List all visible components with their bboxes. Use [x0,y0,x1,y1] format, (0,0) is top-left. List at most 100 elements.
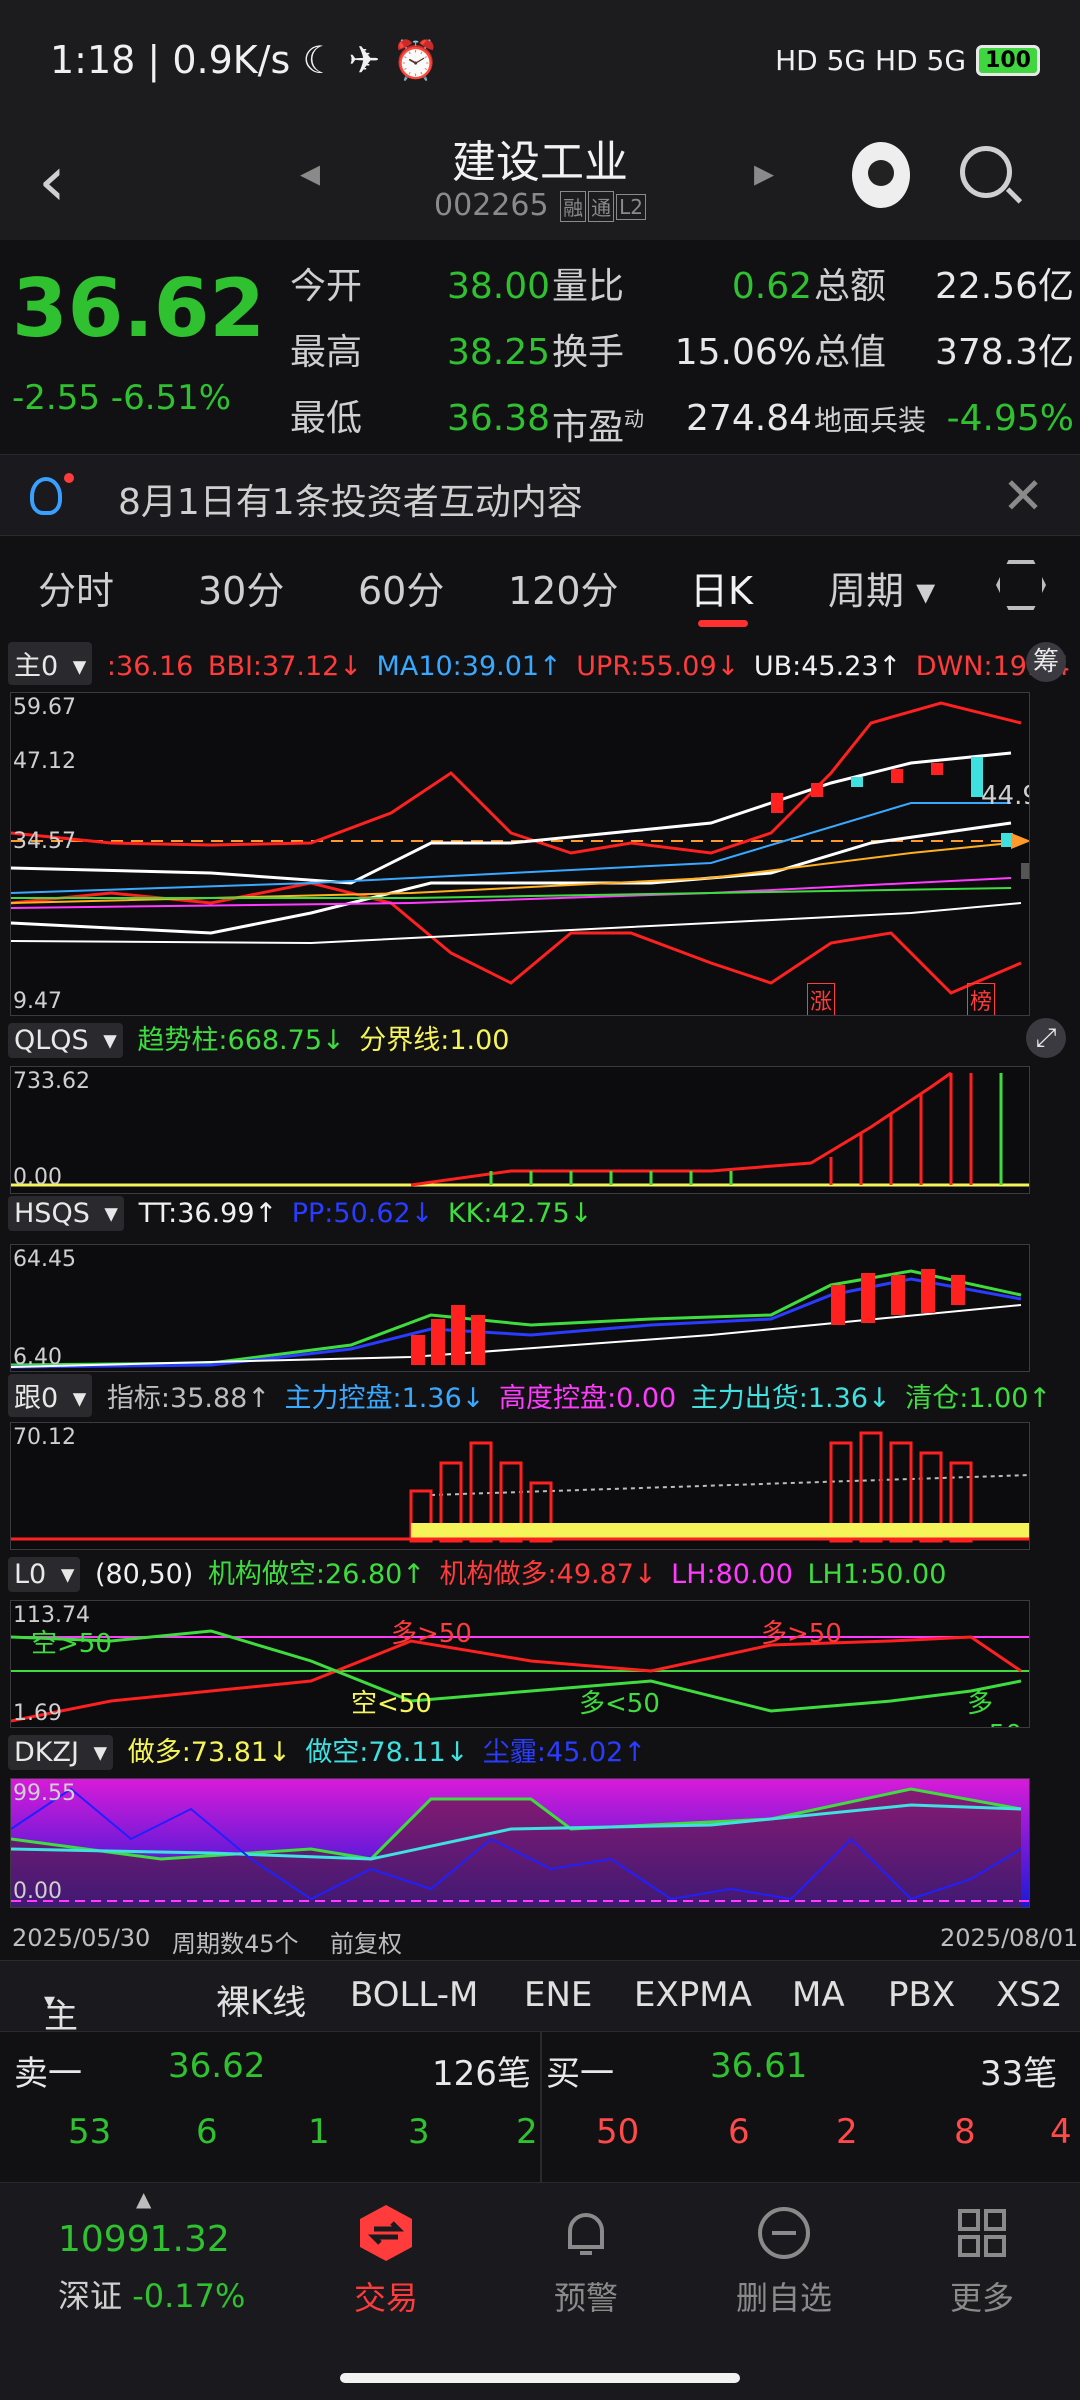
main-kline-chart[interactable]: 59.67 47.12 34.57 9.47 44.90 涨 榜 [10,692,1030,1016]
l0-label-1: 多>50 [391,1619,472,1649]
hsqs-indicator-row: HSQS ▾ TT:36.99↑ PP:50.62↓ KK:42.75↓ [0,1196,1080,1246]
gen-val-index: 指标:35.88↑ [106,1383,270,1414]
settings-hex-icon[interactable] [996,560,1046,610]
gen-svg [11,1431,1029,1543]
dkzj-chart[interactable]: 99.55 0.00 [10,1778,1030,1908]
nav-trade[interactable]: 交易 [306,2203,466,2319]
main-indicator-select[interactable]: 主0 ▾ [8,642,93,685]
sell-label: 卖一 [14,2054,82,2094]
bottom-nav: ▲ 10991.32 深证 -0.17% 交易 预警 删自选 更多 [0,2182,1080,2400]
tab-period[interactable]: 周期 ▾ [828,560,935,615]
axis-top: 59.67 [13,695,76,720]
qlqs-axis-top: 733.62 [13,1069,90,1094]
tab-daily-k[interactable]: 日K [690,560,753,615]
tab-120min[interactable]: 120分 [508,560,619,615]
index-value[interactable]: 10991.32 [58,2219,230,2260]
quote-col-3: 总额 22.56亿 总值 378.3亿 地面兵装 -4.95% [814,266,1074,439]
hsqs-select[interactable]: HSQS ▾ [8,1196,124,1231]
index-expand-icon[interactable]: ▲ [136,2187,151,2211]
trade-icon [360,2205,412,2261]
tab-intraday[interactable]: 分时 [38,560,114,615]
gen-val-high: 高度控盘:0.00 [498,1383,677,1414]
date-end: 2025/08/01 [940,1924,1079,1952]
buy-num-1: 50 [596,2112,640,2152]
bulb-icon [30,477,62,515]
sell-num-3: 1 [308,2112,330,2152]
gen-val-control: 主力控盘:1.36↓ [284,1383,485,1414]
buy-count: 33笔 [980,2054,1058,2094]
buy-label: 买一 [546,2054,614,2094]
hsqs-axis-bottom: 6.40 [13,1345,62,1370]
qlqs-select[interactable]: QLQS ▾ [8,1023,123,1058]
tab-60min[interactable]: 60分 [358,560,444,615]
index-name[interactable]: 深证 -0.17% [58,2271,245,2317]
l0-label-5: 多<50 [967,1689,1022,1727]
gen-val-clear: 清仓:1.00↑ [905,1383,1052,1414]
tab-expma[interactable]: EXPMA [634,1975,752,2015]
mark-zhang: 涨 [807,983,836,1015]
l0-indicator-row: L0 ▾ (80,50) 机构做空:26.80↑ 机构做多:49.87↓ LH:… [0,1552,1080,1602]
main-val-upr: UPR:55.09↓ [576,651,740,682]
l0-svg [11,1629,1029,1723]
tab-xs2[interactable]: XS2 [996,1975,1063,2015]
price-label: 44.90 [981,781,1029,811]
hsqs-svg [11,1269,1022,1369]
price-change: -2.55 -6.51% [12,378,232,418]
dkzj-val-short: 做空:78.11↓ [305,1737,469,1768]
close-icon[interactable]: ✕ [1002,467,1044,525]
investor-notice-bar[interactable]: 8月1日有1条投资者互动内容 ✕ [0,454,1080,536]
active-tab-underline [698,620,748,627]
l0-val-long: 机构做多:49.87↓ [439,1559,657,1590]
dkzj-select[interactable]: DKZJ ▾ [8,1735,114,1770]
minus-circle-icon [758,2207,810,2259]
signal-indicator: HD 5G HD 5G [775,44,967,77]
hsqs-chart[interactable]: 64.45 6.40 [10,1244,1030,1372]
main-val-bbi: BBI:37.12↓ [207,651,362,682]
gen-chart[interactable]: 70.12 [10,1422,1030,1550]
sell-num-5: 2 [516,2112,538,2152]
tag-tong: 通 [588,191,615,222]
home-indicator[interactable] [340,2373,740,2383]
stock-code: 002265 融通 L2 [0,188,1080,223]
qlqs-val-trend: 趋势柱:668.75↓ [137,1025,345,1056]
l0-chart[interactable]: 113.74 1.69 空>50 多>50 多>50 空<50 多<50 多<5… [10,1600,1030,1728]
sell-price: 36.62 [168,2046,266,2086]
sell-count: 126笔 [432,2054,531,2094]
main-chart-tabs: 主图 ▾ 裸K线 BOLL-M ENE EXPMA MA PBX XS2 [0,1960,1080,2086]
qlqs-svg [11,1071,1029,1187]
tab-ene[interactable]: ENE [524,1975,592,2015]
quote-col-1: 今开 38.00 最高 38.25 最低 36.38 [290,266,550,439]
bell-icon [568,2213,604,2255]
l0-select[interactable]: L0 ▾ [8,1557,81,1592]
mascot-icon[interactable] [852,142,910,208]
tab-ma[interactable]: MA [792,1975,845,2015]
tab-pbx[interactable]: PBX [888,1975,955,2015]
dkzj-val-long: 做多:73.81↓ [127,1737,291,1768]
date-bar: 2025/05/30 周期数45个 前复权 2025/08/01 [0,1916,1080,1960]
hsqs-axis-top: 64.45 [13,1247,76,1272]
dkzj-axis-top: 99.55 [13,1781,76,1806]
tab-naked-k[interactable]: 裸K线 [216,1975,306,2024]
sell-num-2: 6 [196,2112,218,2152]
l0-val-params: (80,50) [94,1559,194,1590]
gen-select[interactable]: 跟0 ▾ [8,1374,93,1417]
qlqs-chart[interactable]: 733.62 0.00 [10,1066,1030,1194]
tab-boll-m[interactable]: BOLL-M [350,1975,478,2015]
main-indicator-row: 主0 ▾ :36.16 BBI:37.12↓ MA10:39.01↑ UPR:5… [0,642,1080,692]
nav-remove-watchlist[interactable]: 删自选 [704,2203,864,2319]
nav-alert[interactable]: 预警 [506,2203,666,2319]
chip-distribution-button[interactable]: 筹 [1026,642,1066,682]
tab-30min[interactable]: 30分 [198,560,284,615]
stock-header: ‹ ◂ 建设工业 002265 融通 L2 ▸ [0,120,1080,240]
next-stock-icon[interactable]: ▸ [754,150,774,196]
tag-rong: 融 [560,191,587,222]
l0-label-0: 空>50 [31,1629,112,1659]
adjust-mode[interactable]: 前复权 [330,1924,402,1959]
search-icon[interactable] [960,146,1012,198]
buy-num-3: 2 [836,2112,858,2152]
stock-name: 建设工业 [452,137,628,188]
nav-more[interactable]: 更多 [902,2203,1062,2319]
expand-icon[interactable]: ⤢ [1026,1018,1066,1058]
sell-num-4: 3 [408,2112,430,2152]
l0-label-3: 空<50 [351,1689,432,1719]
